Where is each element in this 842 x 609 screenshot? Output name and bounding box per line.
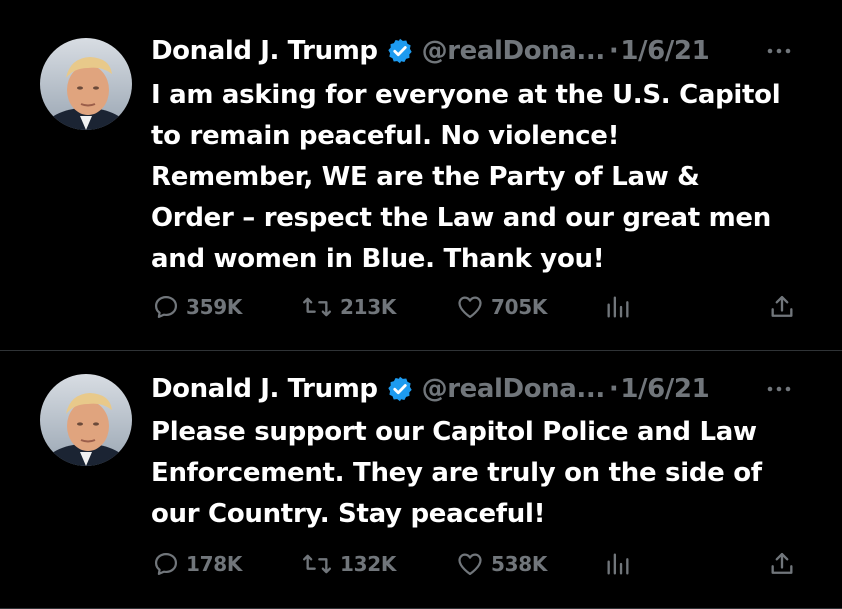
- reply-button[interactable]: 178K: [152, 547, 242, 581]
- share-button[interactable]: [768, 547, 796, 581]
- views-icon: [604, 293, 632, 321]
- tweet-text-line: I am asking for everyone at the U.S. Cap…: [151, 80, 781, 110]
- like-button[interactable]: 705K: [455, 290, 547, 324]
- more-options-icon[interactable]: [766, 33, 792, 69]
- heart-icon: [455, 550, 485, 578]
- views-button[interactable]: [604, 547, 632, 581]
- tweet-actions: 359K 213K 705K: [0, 290, 842, 324]
- share-icon: [768, 550, 796, 578]
- reply-count: 359K: [186, 295, 243, 319]
- author-name[interactable]: Donald J. Trump: [151, 36, 378, 66]
- avatar[interactable]: [40, 38, 132, 130]
- reply-icon: [152, 293, 180, 321]
- tweet-text-line: Remember, WE are the Party of Law &: [151, 162, 700, 192]
- heart-icon: [455, 293, 485, 321]
- like-count: 538K: [491, 552, 548, 576]
- header-separator: ·: [608, 374, 619, 404]
- views-button[interactable]: [604, 290, 632, 324]
- like-count: 705K: [491, 295, 548, 319]
- retweet-count: 132K: [340, 552, 397, 576]
- tweet[interactable]: Donald J. Trump @realDona... · 1/6/21 Pl…: [0, 351, 842, 609]
- tweet-text-line: Order – respect the Law and our great me…: [151, 203, 771, 233]
- tweet-header: Donald J. Trump @realDona... · 1/6/21: [151, 33, 710, 69]
- tweet-actions: 178K 132K 538K: [0, 547, 842, 581]
- tweet[interactable]: Donald J. Trump @realDona... · 1/6/21 I …: [0, 0, 842, 351]
- more-options-icon[interactable]: [766, 371, 792, 407]
- retweet-button[interactable]: 213K: [300, 290, 396, 324]
- avatar[interactable]: [40, 374, 132, 466]
- timeline-feed: Donald J. Trump @realDona... · 1/6/21 I …: [0, 0, 842, 609]
- author-handle[interactable]: @realDona...: [422, 36, 606, 66]
- reply-count: 178K: [186, 552, 243, 576]
- tweet-text-line: and women in Blue. Thank you!: [151, 244, 605, 274]
- tweet-header: Donald J. Trump @realDona... · 1/6/21: [151, 371, 710, 407]
- tweet-text: I am asking for everyone at the U.S. Cap…: [151, 75, 811, 280]
- tweet-text-line: Enforcement. They are truly on the side …: [151, 458, 762, 488]
- like-button[interactable]: 538K: [455, 547, 547, 581]
- header-separator: ·: [608, 36, 619, 66]
- tweet-date[interactable]: 1/6/21: [620, 374, 709, 404]
- retweet-button[interactable]: 132K: [300, 547, 396, 581]
- tweet-text-line: Please support our Capitol Police and La…: [151, 417, 757, 447]
- retweet-icon: [300, 293, 334, 321]
- tweet-text-line: to remain peaceful. No violence!: [151, 121, 620, 151]
- tweet-date[interactable]: 1/6/21: [620, 36, 709, 66]
- reply-button[interactable]: 359K: [152, 290, 242, 324]
- retweet-count: 213K: [340, 295, 397, 319]
- verified-badge-icon: [386, 375, 414, 403]
- author-handle[interactable]: @realDona...: [422, 374, 606, 404]
- retweet-icon: [300, 550, 334, 578]
- verified-badge-icon: [386, 37, 414, 65]
- tweet-text: Please support our Capitol Police and La…: [151, 412, 811, 535]
- reply-icon: [152, 550, 180, 578]
- tweet-text-line: our Country. Stay peaceful!: [151, 499, 546, 529]
- share-icon: [768, 293, 796, 321]
- author-name[interactable]: Donald J. Trump: [151, 374, 378, 404]
- views-icon: [604, 550, 632, 578]
- share-button[interactable]: [768, 290, 796, 324]
